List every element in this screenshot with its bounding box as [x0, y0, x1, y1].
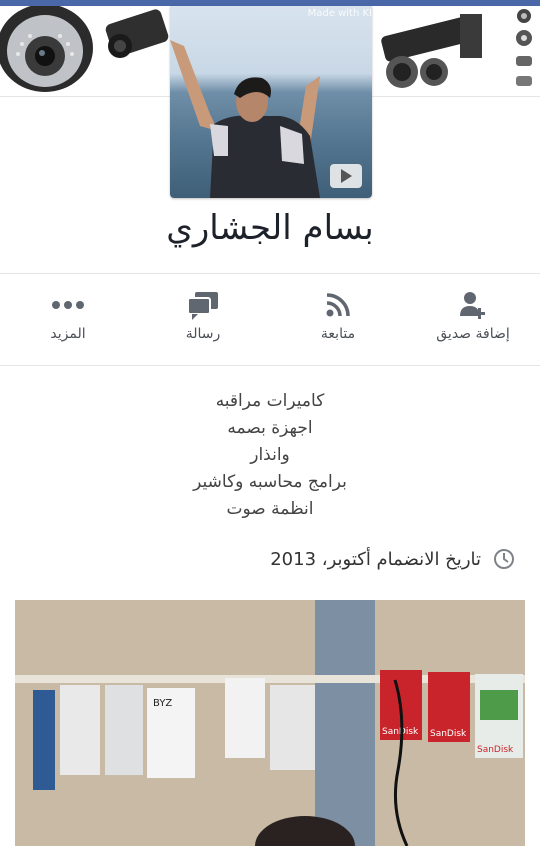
- play-button[interactable]: [330, 164, 362, 188]
- more-label: المزيد: [50, 326, 86, 342]
- more-dots-icon: [52, 301, 84, 309]
- add-friend-button[interactable]: إضافة صديق: [418, 287, 528, 342]
- profile-name: بسام الجشاري: [166, 208, 374, 248]
- action-bar: إضافة صديق متابعة رسالة المزيد: [0, 287, 540, 357]
- product-label: BYZ: [153, 698, 172, 709]
- profile-video[interactable]: Made with KI: [170, 6, 372, 198]
- follow-rss-icon: [326, 293, 350, 317]
- bio-line: برامج محاسبه وكاشير: [193, 472, 347, 492]
- play-icon: [341, 169, 352, 183]
- sandisk-label: SanDisk: [430, 729, 467, 739]
- featured-photo[interactable]: BYZ SanDisk SanDisk SanDisk: [15, 600, 525, 846]
- follow-label: متابعة: [320, 326, 356, 342]
- bio-line: انظمة صوت: [226, 499, 314, 519]
- sandisk-label: SanDisk: [477, 745, 514, 755]
- bio-line: كاميرات مراقبه: [215, 391, 325, 411]
- divider-bottom: [0, 365, 540, 366]
- joined-text: تاريخ الانضمام أكتوبر، 2013: [270, 548, 481, 570]
- message-icon: [187, 292, 218, 320]
- bio-line: وانذار: [250, 445, 290, 465]
- bio-line: اجهزة بصمه: [227, 418, 313, 438]
- add-friend-icon: [460, 292, 485, 319]
- joined-info: تاريخ الانضمام أكتوبر، 2013: [270, 548, 515, 570]
- shop-photo-image: BYZ SanDisk SanDisk SanDisk: [15, 600, 525, 846]
- bio: كاميرات مراقبه اجهزة بصمه وانذار برامج م…: [0, 388, 540, 523]
- add-friend-label: إضافة صديق: [436, 326, 510, 342]
- clock-icon: [494, 549, 514, 569]
- bullet-camera-image: [105, 9, 169, 58]
- camera-set-image: [381, 14, 482, 88]
- mini-cameras-image: [516, 9, 532, 86]
- more-button[interactable]: المزيد: [13, 287, 123, 342]
- follow-button[interactable]: متابعة: [283, 287, 393, 342]
- message-label: رسالة: [185, 326, 221, 342]
- dome-camera-image: [0, 6, 93, 92]
- message-button[interactable]: رسالة: [148, 287, 258, 342]
- divider-top: [0, 273, 540, 274]
